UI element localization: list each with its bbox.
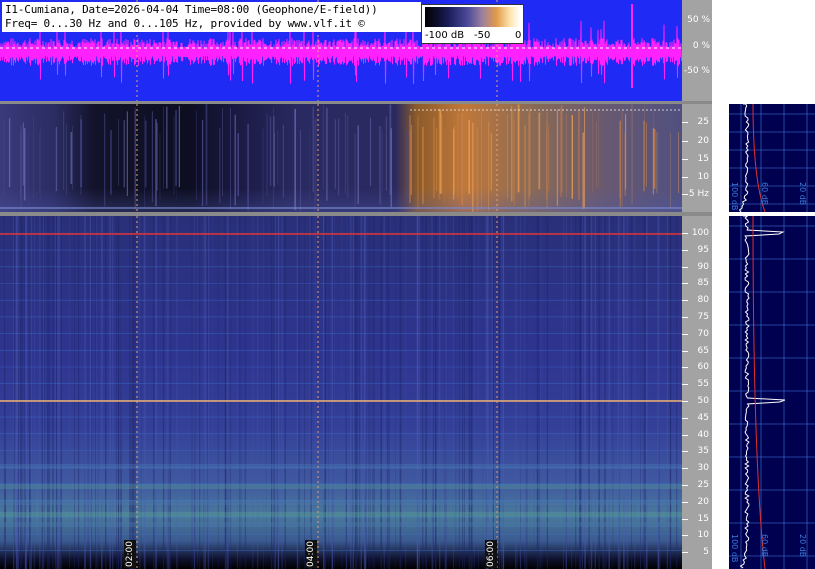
spectrum-plot-full-band: 100 dB 60 dB 20 dB [729,216,815,569]
spectrum-plot-full-band-trace [729,216,815,569]
percent-axis: 50 % 0 % -50 % [682,0,712,101]
tick-mark [682,300,688,302]
tick-mark [682,552,688,554]
tick-mark [682,283,688,285]
db-label: 20 dB [798,182,807,206]
freq-label: 95 [697,244,709,255]
freq-label: 90 [697,261,709,272]
freq-label: 15 [697,154,709,164]
db-label: 100 dB [730,182,739,211]
percent-label: 50 % [687,15,710,25]
tick-mark [682,233,688,234]
chart-title-box: I1-Cumiana, Date=2026-04-04 Time=08:00 (… [2,2,421,32]
freq-label: 40 [697,429,709,440]
tick-mark [682,468,688,470]
freq-label: 50 [697,396,709,406]
freq-label: 75 [697,312,709,322]
time-label: 06:00 [485,540,497,568]
tick-mark [682,451,688,453]
spectrum-plot-low-band: 100 dB 60 dB 20 dB [729,104,815,212]
side-gap [712,101,729,569]
db-label: 100 dB [730,534,739,563]
title-line-1: I1-Cumiana, Date=2026-04-04 Time=08:00 (… [5,3,378,16]
freq-label: 25 [697,480,709,490]
tick-mark [682,535,688,537]
freq-label: 30 [697,463,709,474]
freq-label: 20 [697,136,709,146]
freq-label: 5 Hz [688,189,709,199]
tick-mark [682,333,688,335]
freq-label: 55 [697,379,709,390]
tick-mark [682,266,688,268]
freq-label: 35 [697,446,709,457]
tick-mark [682,249,688,251]
spectrogram-full-band [0,216,682,569]
tick-mark [682,350,688,352]
tick-mark [682,367,688,369]
percent-label: 0 % [692,41,710,51]
tick-mark [682,317,688,318]
title-line-2: Freq= 0...30 Hz and 0...105 Hz, provided… [5,17,365,30]
time-label: 04:00 [305,540,317,568]
freq-label: 10 [697,172,709,182]
freq-label: 65 [697,345,709,356]
freq-label: 85 [697,278,709,289]
time-label: 02:00 [124,540,136,568]
db-label: 20 dB [798,534,807,558]
frequency-axis-full-band: 100 95 90 85 80 75 70 65 60 55 50 45 40 35 30 25 20 15 10 5 [682,216,712,569]
tick-mark [682,401,688,402]
percent-label: -50 % [683,66,710,76]
tick-mark [682,485,688,486]
freq-label: 80 [697,295,709,306]
freq-label: 70 [697,328,709,339]
tick-mark [682,417,688,419]
colorbar-gradient [425,7,520,27]
freq-label: 45 [697,412,709,423]
tick-mark [682,501,688,503]
freq-label: 10 [697,530,709,541]
freq-label: 100 [691,228,709,238]
spectrogram-full-band-texture [0,216,682,569]
spectrogram-low-band-texture [0,104,682,212]
db-label: 60 dB [760,182,769,206]
freq-label: 5 [703,547,709,558]
tick-mark [682,384,688,386]
spectrogram-low-band [0,104,682,212]
db-label: 60 dB [760,534,769,558]
freq-label: 20 [697,496,709,507]
tick-mark [682,518,688,520]
colorbar-label-min: -100 dB [425,30,465,41]
freq-label: 15 [697,513,709,524]
colorbar-label-mid: -50 [474,30,491,41]
frequency-axis-low-band: 25 20 15 10 5 Hz [682,104,712,212]
colorbar-legend: -100 dB -50 0 [421,4,524,44]
freq-label: 60 [697,362,709,373]
top-right-blank [712,0,815,101]
tick-mark [682,434,688,436]
colorbar-label-max: 0 [515,30,522,41]
freq-label: 25 [697,117,709,127]
